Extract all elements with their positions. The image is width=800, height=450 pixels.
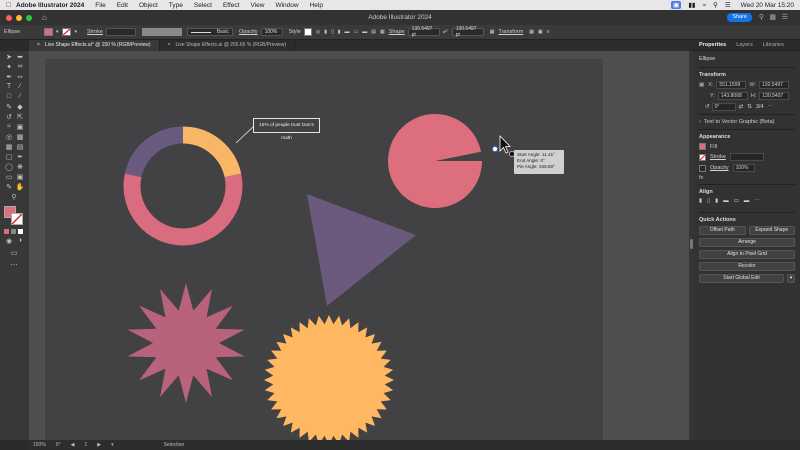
align-top-icon[interactable]: ▬	[723, 198, 729, 204]
y-label: Y:	[710, 93, 715, 99]
donut-chart[interactable]	[123, 126, 243, 246]
zoom-level[interactable]: 150%	[33, 442, 46, 448]
h-label: H:	[750, 93, 757, 99]
tab-libraries[interactable]: Libraries	[758, 42, 789, 48]
rotate-icon: ↺	[705, 104, 710, 110]
text-to-vector-label[interactable]: Text to Vector Graphic (Beta)	[704, 119, 775, 125]
donut-segment[interactable]	[124, 126, 184, 178]
tab-properties[interactable]: Properties	[694, 42, 731, 48]
properties-panel: Properties Layers Libraries Ellipse Tran…	[694, 40, 800, 440]
triangle-shape[interactable]	[307, 194, 416, 306]
pie-shape[interactable]	[388, 113, 482, 208]
callout-text-box[interactable]: 15% of people trust Dan's math	[253, 118, 320, 141]
artboard-number[interactable]: 1	[84, 442, 87, 448]
align-right-icon[interactable]: ▮	[715, 198, 718, 204]
fill-label: Fill	[710, 143, 718, 150]
recolor-button[interactable]: Recolor	[699, 262, 795, 271]
reference-point-icon[interactable]: ▦	[699, 82, 704, 88]
opacity-field[interactable]: 100%	[732, 164, 755, 172]
align-pixel-grid-button[interactable]: Align to Pixel Grid	[699, 250, 795, 259]
align-title: Align	[699, 189, 713, 195]
arrange-button[interactable]: Arrange	[699, 238, 795, 247]
appearance-title: Appearance	[699, 134, 731, 140]
align-bottom-icon[interactable]: ▬	[744, 198, 750, 204]
y-field[interactable]: 143.8068	[717, 92, 748, 100]
more-options-icon[interactable]: ⋯	[767, 104, 773, 110]
quick-actions-title: Quick Actions	[699, 217, 736, 223]
object-type-label: Ellipse	[699, 56, 716, 62]
opacity-swatch	[699, 164, 706, 172]
appearance-stroke-swatch[interactable]	[699, 153, 706, 161]
rotation-view[interactable]: 0°	[56, 442, 61, 448]
donut-segment[interactable]	[182, 126, 242, 178]
transform-title: Transform	[699, 72, 726, 78]
stroke-label[interactable]: Stroke	[710, 154, 726, 160]
donut-segment[interactable]	[123, 173, 243, 246]
chevron-down-icon[interactable]: ▾	[787, 274, 795, 283]
fx-icon[interactable]: fx	[699, 175, 703, 181]
vertical-scroll-thumb[interactable]	[690, 239, 693, 249]
tooltip-pie-angle: Pie Angle: 348.59°	[517, 164, 555, 170]
callout-leader-line	[235, 125, 255, 144]
x-field[interactable]: 551.1599	[716, 81, 747, 89]
star-shape[interactable]	[127, 283, 245, 403]
more-options-icon[interactable]: ⋯	[754, 198, 760, 204]
chevron-right-icon[interactable]: ›	[699, 119, 701, 125]
artboard-nav-dropdown-icon[interactable]: ▾	[111, 442, 114, 448]
opacity-label[interactable]: Opacity	[710, 165, 729, 171]
h-field[interactable]: 130.5497	[759, 92, 790, 100]
w-field[interactable]: 130.5497	[759, 81, 790, 89]
current-tool: Selection	[163, 442, 185, 448]
stroke-weight-field[interactable]	[729, 153, 764, 161]
status-bar: 150% 0° ◀ 1 ▶ ▾ Selection	[29, 440, 800, 450]
flip-vertical-icon[interactable]: ⇅	[747, 104, 752, 110]
artwork-layer	[123, 113, 515, 445]
pie-value: 3/4	[755, 104, 764, 110]
starburst-shape[interactable]	[264, 315, 394, 445]
pie-angle-widget[interactable]	[492, 146, 498, 152]
arrow-cursor-icon	[499, 135, 511, 154]
align-hcenter-icon[interactable]: ▯	[707, 198, 710, 204]
pie-angle-tooltip: Start Angle: 11.41° End Angle: 0° Pie An…	[514, 150, 564, 174]
w-label: W:	[749, 82, 757, 88]
start-global-edit-button[interactable]: Start Global Edit	[699, 274, 784, 283]
appearance-fill-swatch[interactable]	[699, 143, 706, 150]
offset-path-button[interactable]: Offset Path	[699, 226, 746, 235]
expand-shape-button[interactable]: Expand Shape	[748, 226, 795, 235]
flip-horizontal-icon[interactable]: ⇄	[739, 104, 744, 110]
align-vcenter-icon[interactable]: ▭	[734, 198, 739, 204]
artboard-nav-first-icon[interactable]: ◀	[71, 442, 75, 448]
rotate-field[interactable]: 0°	[711, 103, 736, 111]
align-left-icon[interactable]: ▮	[699, 198, 702, 204]
artboard-nav-last-icon[interactable]: ▶	[97, 442, 101, 448]
x-label: X:	[708, 82, 714, 88]
tab-layers[interactable]: Layers	[731, 42, 758, 48]
